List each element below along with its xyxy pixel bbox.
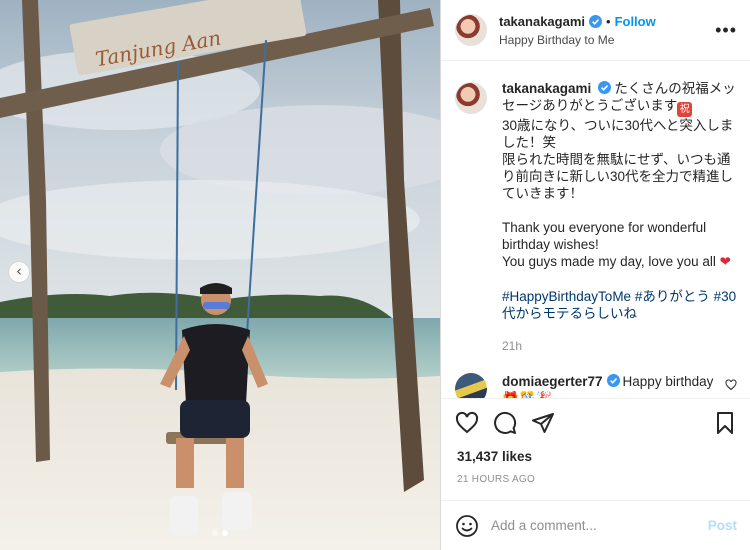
caption-body: takanakagami たくさんの祝福メッセージありがとうございます祝 30歳に… xyxy=(502,80,737,355)
caption-text-en: Thank you everyone for wonderful birthda… xyxy=(502,220,716,269)
verified-badge-icon xyxy=(598,81,612,94)
author-info: takanakagami • Follow Happy Birthday to … xyxy=(499,14,656,47)
caption-hashtags[interactable]: #HappyBirthdayToMe #ありがとう #30代からモテるらしいね xyxy=(502,288,737,322)
follow-button[interactable]: Follow xyxy=(615,14,656,29)
commenter-avatar[interactable] xyxy=(455,373,487,398)
author-avatar[interactable] xyxy=(455,14,487,46)
red-heart-emoji: ❤ xyxy=(719,254,731,270)
comment-icon[interactable] xyxy=(493,411,517,435)
caption-time: 21h xyxy=(502,339,523,353)
post-header: takanakagami • Follow Happy Birthday to … xyxy=(441,0,750,61)
bookmark-icon[interactable] xyxy=(713,411,737,435)
post-sidebar: takanakagami • Follow Happy Birthday to … xyxy=(440,0,750,550)
comments-area[interactable]: takanakagami たくさんの祝福メッセージありがとうございます祝 30歳に… xyxy=(441,62,750,398)
comment-input[interactable] xyxy=(491,518,708,533)
celebration-stamp-emoji: 祝 xyxy=(677,102,693,117)
comment-composer: Post xyxy=(441,500,750,550)
caption-ja: takanakagami たくさんの祝福メッセージありがとうございます祝 30歳に… xyxy=(502,80,737,202)
carousel-dot xyxy=(212,530,218,536)
post-timestamp[interactable]: 21 HOURS AGO xyxy=(457,474,535,485)
verified-badge-icon xyxy=(606,374,620,387)
comment-body: domiaegerter77Happy birthday 🎁🎊🎉 xyxy=(502,373,722,398)
likes-count[interactable]: 31,437 likes xyxy=(457,449,532,464)
caption-avatar[interactable] xyxy=(455,82,487,114)
comment-like-heart-icon[interactable] xyxy=(725,379,737,391)
caption-en: Thank you everyone for wonderful birthda… xyxy=(502,219,737,271)
carousel-dot-active xyxy=(222,530,228,536)
verified-badge-icon xyxy=(589,14,602,28)
action-bar xyxy=(441,398,750,446)
heart-icon[interactable] xyxy=(455,411,479,435)
post-location[interactable]: Happy Birthday to Me xyxy=(499,33,656,47)
carousel-dots xyxy=(0,530,440,536)
post-photo[interactable]: Tanjung Aan ‹ xyxy=(0,0,440,550)
more-options-icon[interactable]: ••• xyxy=(715,21,737,39)
emoji-icon[interactable] xyxy=(455,514,479,538)
post-button[interactable]: Post xyxy=(708,518,737,533)
author-username[interactable]: takanakagami xyxy=(499,14,585,29)
comment-item: domiaegerter77Happy birthday 🎁🎊🎉 xyxy=(455,373,737,398)
caption-text-ja-2: 30歳になり、ついに30代へと突入しました！笑 限られた時間を無駄にせず、いつも… xyxy=(502,118,734,201)
caption: takanakagami たくさんの祝福メッセージありがとうございます祝 30歳に… xyxy=(455,80,737,355)
carousel-prev-button[interactable]: ‹ xyxy=(8,261,30,283)
beach-swing-photo: Tanjung Aan xyxy=(0,0,440,550)
caption-username[interactable]: takanakagami xyxy=(502,81,591,96)
header-separator: • xyxy=(606,13,611,29)
share-icon[interactable] xyxy=(531,411,555,435)
commenter-username[interactable]: domiaegerter77 xyxy=(502,374,603,389)
chevron-left-icon: ‹ xyxy=(16,261,22,280)
instagram-post-view: Tanjung Aan ‹ takanakagami • Follow Happ… xyxy=(0,0,750,550)
